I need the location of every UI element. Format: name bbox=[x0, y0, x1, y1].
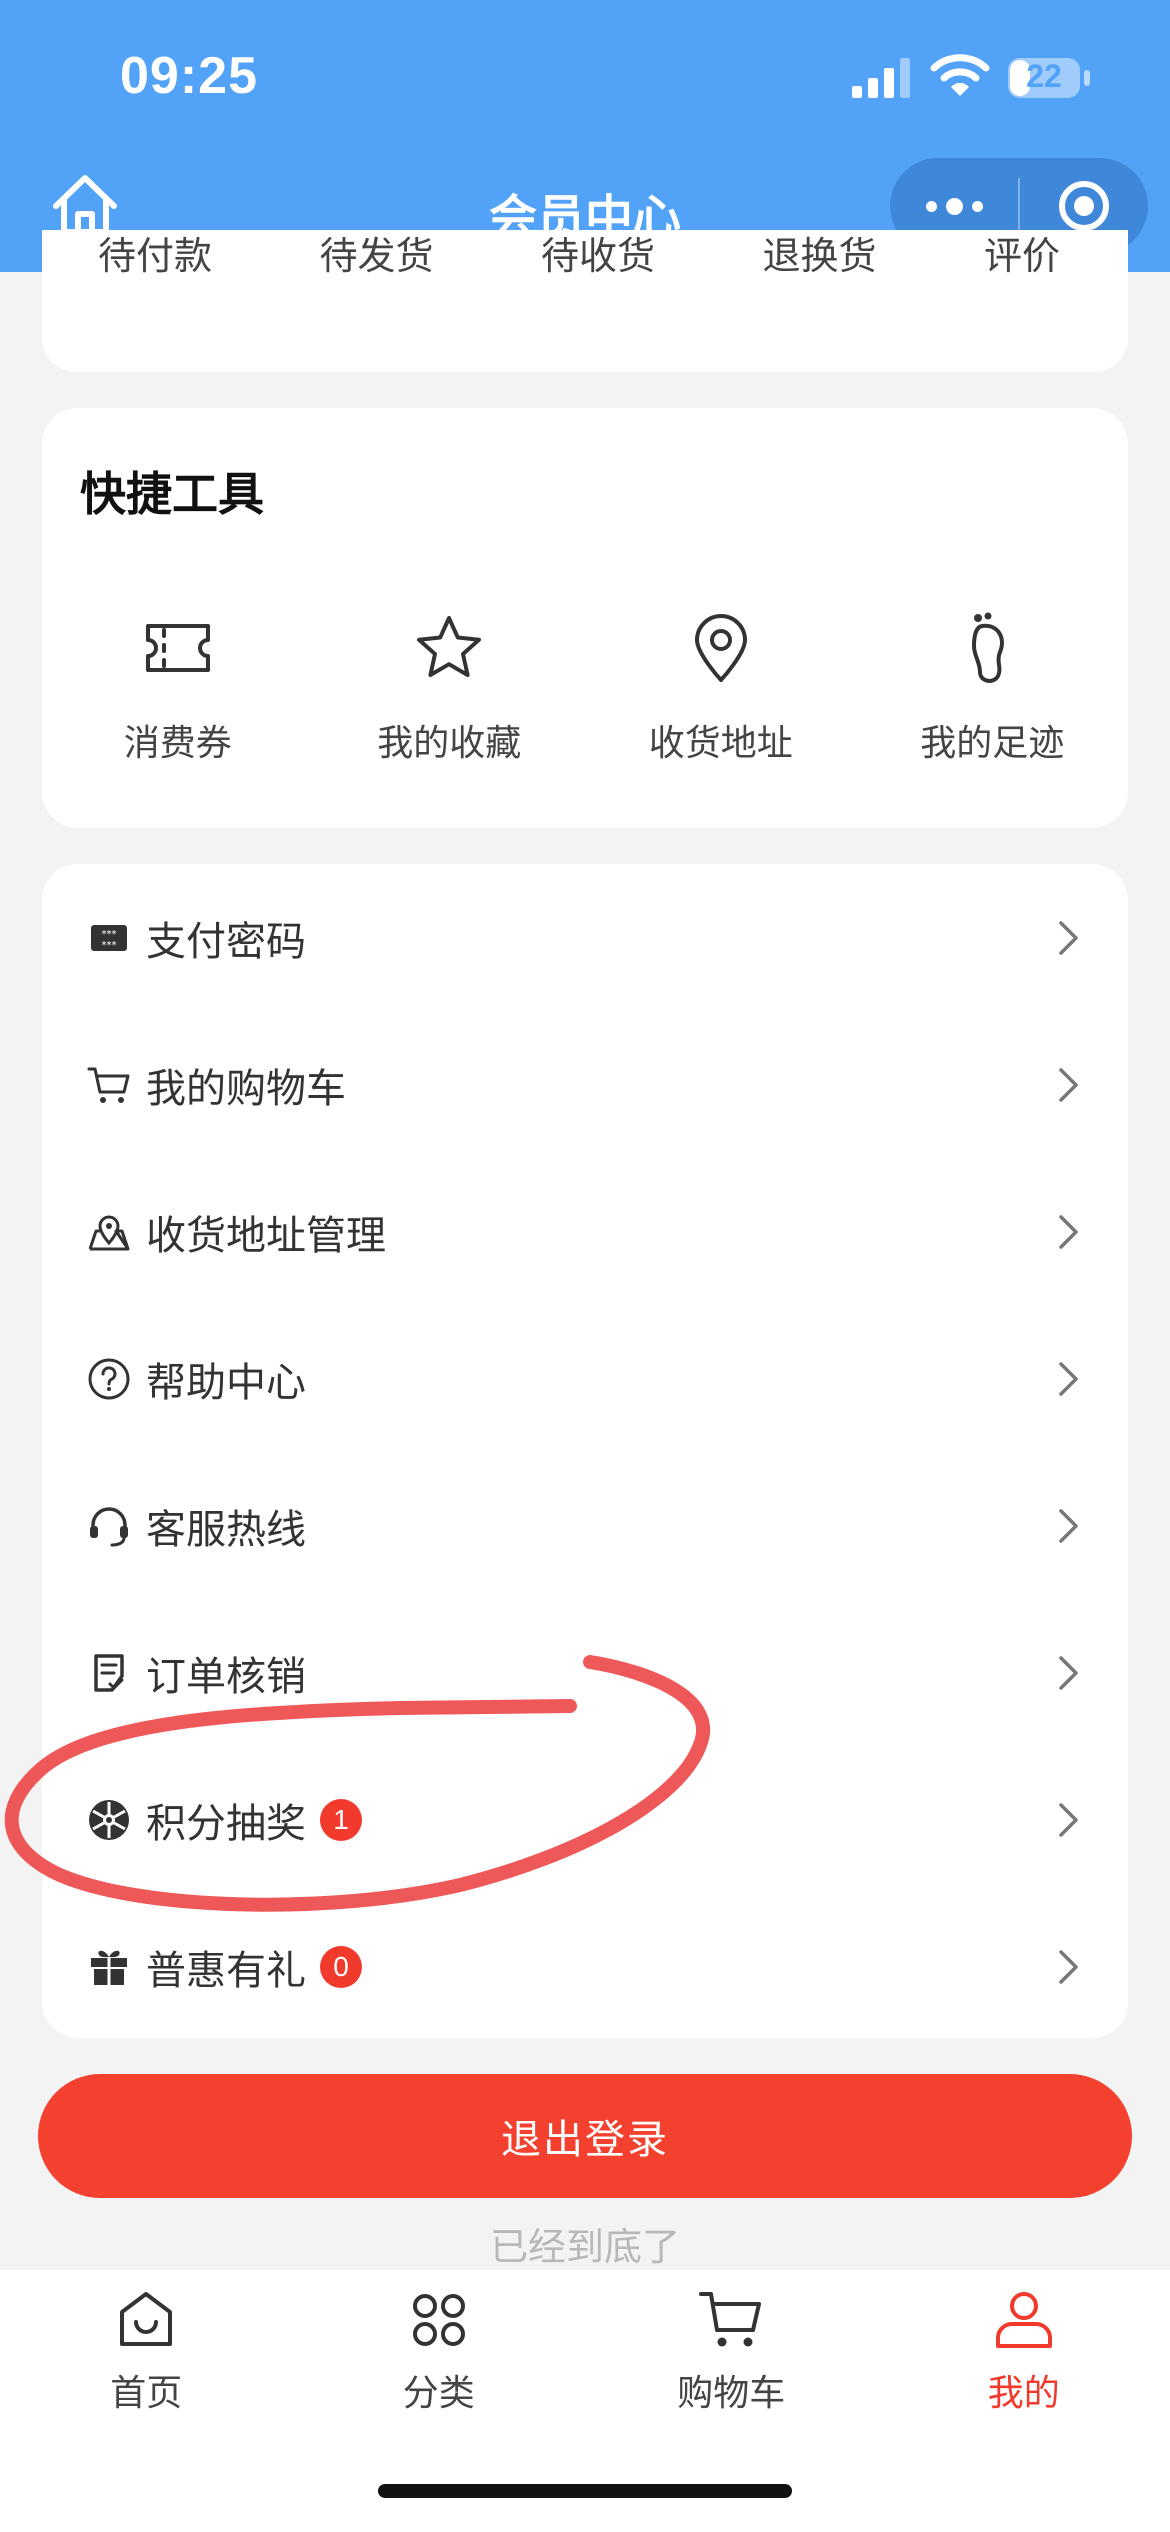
menu-item-label: 帮助中心 bbox=[146, 1359, 306, 1406]
tab-category[interactable]: 分类 bbox=[293, 2286, 586, 2430]
tool-label: 我的收藏 bbox=[377, 723, 522, 764]
order-tab-pending-receipt[interactable]: 待收货 bbox=[541, 226, 655, 286]
quick-tools-title: 快捷工具 bbox=[80, 467, 264, 521]
order-tab-pending-shipment[interactable]: 待发货 bbox=[319, 226, 433, 286]
menu-item-points-lottery[interactable]: 积分抽奖 1 bbox=[42, 1746, 1128, 1893]
battery-level: 22 bbox=[1026, 58, 1062, 94]
logout-button[interactable]: 退出登录 bbox=[38, 2074, 1132, 2198]
cart-icon bbox=[87, 1067, 130, 1103]
tab-cart[interactable]: 购物车 bbox=[585, 2286, 878, 2430]
wifi-icon bbox=[930, 54, 990, 96]
home-indicator bbox=[378, 2484, 792, 2498]
tab-profile[interactable]: 我的 bbox=[878, 2286, 1170, 2430]
ticket-icon bbox=[145, 624, 210, 672]
cart-icon bbox=[699, 2292, 762, 2347]
menu-item-order-verification[interactable]: 订单核销 bbox=[42, 1599, 1128, 1746]
tool-address[interactable]: 收货地址 bbox=[585, 608, 857, 766]
menu-item-label: 支付密码 bbox=[146, 918, 306, 965]
tool-footprints[interactable]: 我的足迹 bbox=[857, 608, 1129, 766]
order-tab-review[interactable]: 评价 bbox=[984, 226, 1060, 286]
tab-home[interactable]: 首页 bbox=[0, 2286, 293, 2430]
user-icon bbox=[995, 2292, 1052, 2348]
location-pin-icon bbox=[694, 614, 747, 682]
chevron-right-icon bbox=[1059, 1655, 1078, 1690]
tool-label: 收货地址 bbox=[648, 723, 793, 764]
gift-icon bbox=[91, 1950, 127, 1985]
notification-badge: 1 bbox=[320, 1798, 362, 1841]
chevron-right-icon bbox=[1059, 1802, 1078, 1837]
tool-coupons[interactable]: 消费券 bbox=[42, 608, 314, 766]
menu-item-label: 我的购物车 bbox=[146, 1065, 346, 1112]
chevron-right-icon bbox=[1059, 1361, 1078, 1396]
home-icon bbox=[120, 2292, 173, 2346]
chevron-right-icon bbox=[1059, 1067, 1078, 1102]
tab-label: 分类 bbox=[402, 2373, 475, 2414]
svg-text:***: *** bbox=[102, 929, 117, 940]
footprint-icon bbox=[972, 612, 1005, 683]
help-icon bbox=[88, 1358, 130, 1399]
settings-menu-card: *** *** 支付密码 我的购物车 收货地址管理 帮助中心 客服热线 订单核销… bbox=[42, 864, 1128, 2038]
menu-item-label: 积分抽奖 bbox=[146, 1800, 306, 1847]
menu-item-payment-password[interactable]: *** *** 支付密码 bbox=[42, 864, 1128, 1011]
battery-indicator: 22 bbox=[1006, 56, 1092, 100]
status-time: 09:25 bbox=[120, 47, 258, 105]
lottery-wheel-icon bbox=[89, 1799, 129, 1840]
quick-tools-card: 快捷工具 消费券 我的收藏 收货地址 我的足迹 bbox=[42, 408, 1128, 828]
menu-item-shopping-cart[interactable]: 我的购物车 bbox=[42, 1011, 1128, 1158]
menu-item-label: 普惠有礼 bbox=[146, 1947, 306, 1994]
menu-item-help-center[interactable]: 帮助中心 bbox=[42, 1305, 1128, 1452]
chevron-right-icon bbox=[1059, 1949, 1078, 1984]
menu-item-address-management[interactable]: 收货地址管理 bbox=[42, 1158, 1128, 1305]
tool-favorites[interactable]: 我的收藏 bbox=[314, 608, 586, 766]
category-icon bbox=[412, 2294, 465, 2346]
chevron-right-icon bbox=[1059, 1508, 1078, 1543]
svg-text:***: *** bbox=[102, 940, 117, 951]
chevron-right-icon bbox=[1059, 920, 1078, 955]
end-of-list-hint: 已经到底了 bbox=[489, 2225, 680, 2269]
receipt-icon bbox=[94, 1653, 124, 1692]
tab-label: 首页 bbox=[110, 2373, 183, 2414]
menu-item-customer-hotline[interactable]: 客服热线 bbox=[42, 1452, 1128, 1599]
headset-icon bbox=[90, 1506, 128, 1546]
order-tab-pending-payment[interactable]: 待付款 bbox=[98, 226, 212, 286]
notification-badge: 0 bbox=[320, 1945, 362, 1988]
menu-item-gifts[interactable]: 普惠有礼 0 bbox=[42, 1893, 1128, 2040]
tab-label: 我的 bbox=[987, 2373, 1060, 2414]
menu-item-label: 订单核销 bbox=[146, 1653, 306, 1700]
star-icon bbox=[417, 616, 482, 677]
chevron-right-icon bbox=[1059, 1214, 1078, 1249]
keypad-icon: *** *** bbox=[91, 924, 127, 951]
cellular-signal-icon bbox=[852, 58, 910, 98]
tool-label: 我的足迹 bbox=[920, 723, 1065, 764]
tab-label: 购物车 bbox=[677, 2373, 786, 2414]
order-tab-returns[interactable]: 退换货 bbox=[762, 226, 876, 286]
menu-item-label: 客服热线 bbox=[146, 1506, 306, 1553]
menu-item-label: 收货地址管理 bbox=[146, 1212, 386, 1259]
map-pin-icon bbox=[88, 1215, 130, 1250]
order-status-card: 待付款 待发货 待收货 退换货 评价 bbox=[42, 230, 1128, 372]
tool-label: 消费券 bbox=[123, 723, 232, 764]
